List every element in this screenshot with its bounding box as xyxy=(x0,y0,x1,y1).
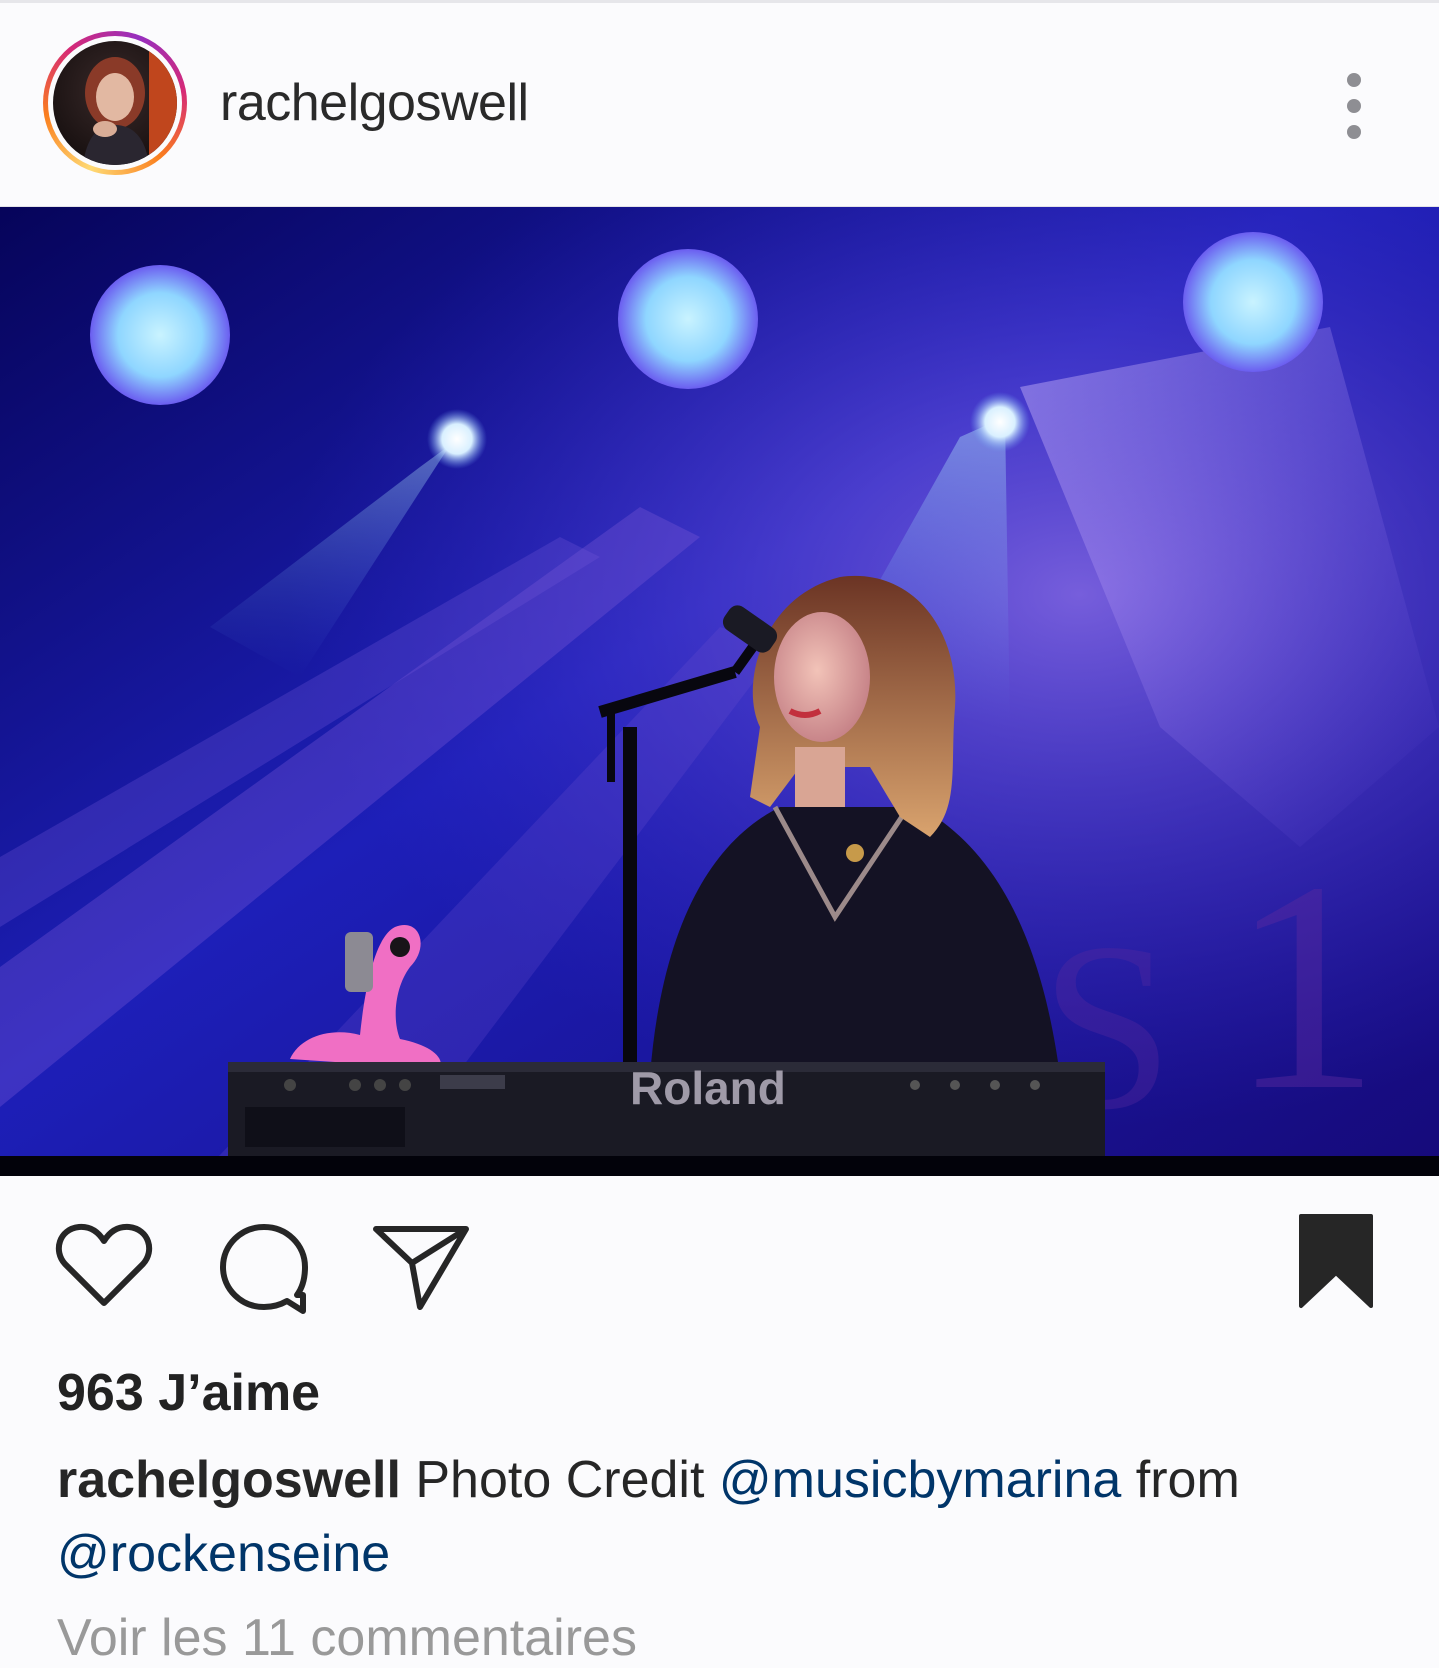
post-header: rachelgoswell xyxy=(0,3,1439,207)
mention-link[interactable]: @rockenseine xyxy=(57,1525,390,1583)
keyboard-brand-text: Roland xyxy=(630,1062,786,1114)
bookmark-filled-icon[interactable] xyxy=(1298,1213,1374,1309)
mention-link[interactable]: @musicbymarina xyxy=(719,1451,1121,1509)
header-username[interactable]: rachelgoswell xyxy=(220,73,529,133)
caption-username[interactable]: rachelgoswell xyxy=(57,1451,401,1509)
heart-icon[interactable] xyxy=(55,1221,153,1309)
story-ring[interactable] xyxy=(43,31,187,175)
comment-bubble-icon[interactable] xyxy=(217,1221,311,1315)
paper-plane-icon[interactable] xyxy=(372,1223,470,1311)
view-comments-link[interactable]: Voir les 11 commentaires xyxy=(57,1608,637,1668)
avatar[interactable] xyxy=(53,41,177,165)
post-photo[interactable]: 1 S Roland xyxy=(0,207,1439,1176)
caption: rachelgoswell Photo Credit @musicbymarin… xyxy=(57,1443,1397,1591)
caption-text: from xyxy=(1135,1451,1240,1509)
more-vertical-icon[interactable] xyxy=(1339,73,1369,139)
likes-count[interactable]: 963 J’aime xyxy=(57,1363,320,1423)
caption-text: Photo Credit xyxy=(415,1451,705,1509)
action-bar xyxy=(0,1176,1439,1356)
svg-text:1: 1 xyxy=(1230,820,1380,1152)
